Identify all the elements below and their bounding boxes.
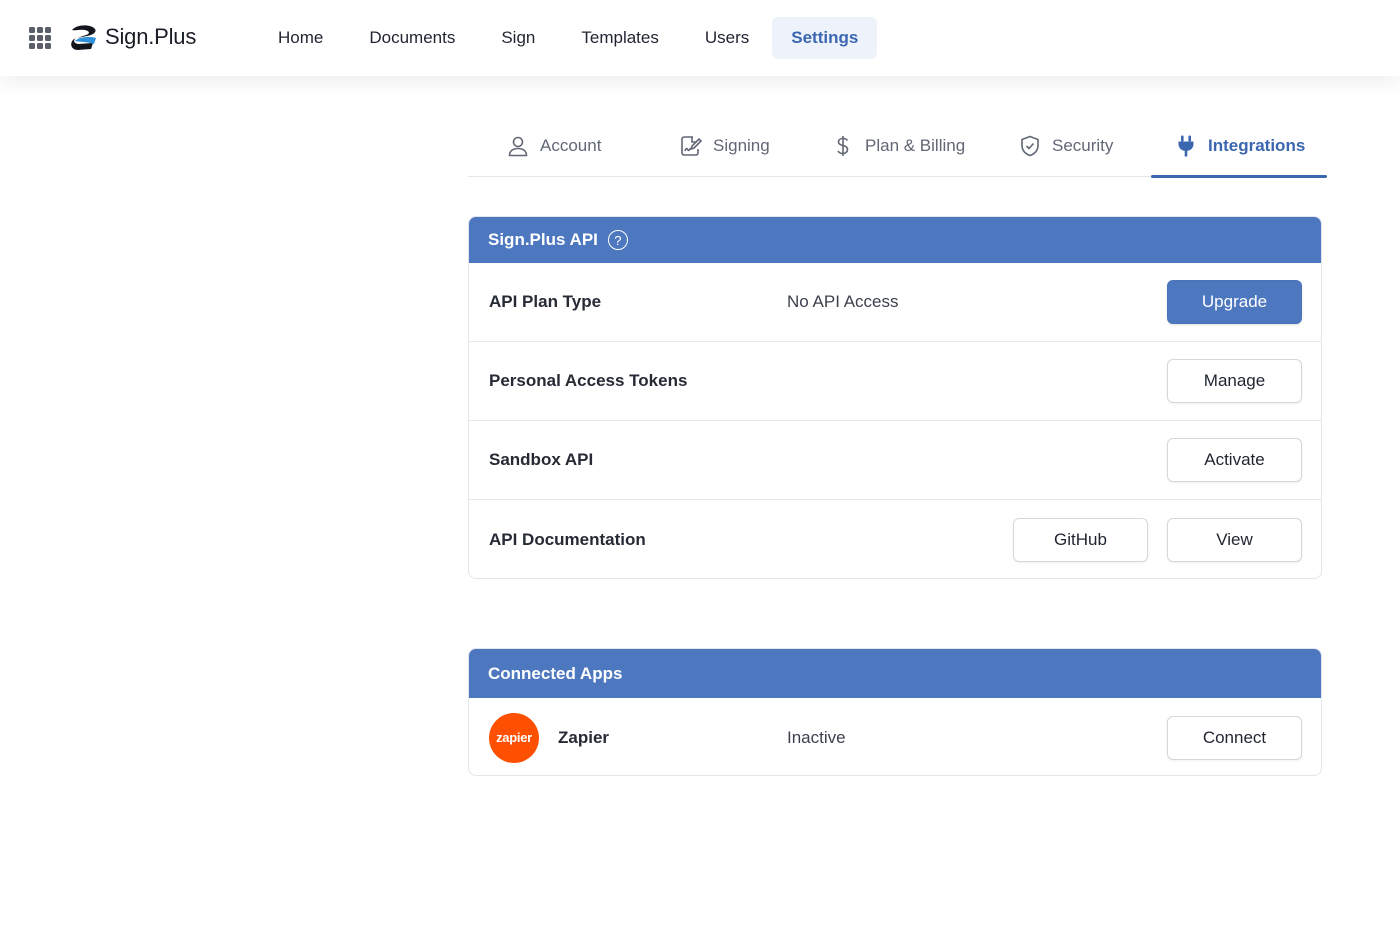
tab-signing-label: Signing bbox=[713, 136, 770, 155]
api-section-header: Sign.Plus API ? bbox=[469, 217, 1321, 263]
connected-apps-title: Connected Apps bbox=[488, 663, 623, 683]
connected-apps-card: Connected Apps zapier Zapier Inactive Co… bbox=[468, 648, 1322, 776]
signature-icon bbox=[681, 136, 703, 156]
plug-icon bbox=[1178, 135, 1194, 157]
brand-logo[interactable]: Sign.Plus bbox=[69, 22, 196, 52]
dollar-icon bbox=[837, 136, 849, 156]
tab-security-label: Security bbox=[1052, 136, 1114, 155]
sandbox-api-label: Sandbox API bbox=[489, 450, 594, 469]
activate-sandbox-button[interactable]: Activate bbox=[1167, 438, 1302, 482]
github-button[interactable]: GitHub bbox=[1013, 517, 1148, 562]
top-navigation-bar: Sign.Plus Home Documents Sign Templates … bbox=[0, 0, 1400, 76]
app-launcher-grid-icon[interactable] bbox=[29, 27, 51, 49]
manage-tokens-button[interactable]: Manage bbox=[1167, 359, 1302, 403]
nav-templates[interactable]: Templates bbox=[558, 17, 681, 59]
zapier-logo-icon: zapier bbox=[489, 712, 539, 763]
connected-apps-header: Connected Apps bbox=[469, 649, 1321, 698]
tab-security[interactable]: Security bbox=[1018, 118, 1113, 177]
api-section-title: Sign.Plus API bbox=[488, 230, 598, 249]
nav-users[interactable]: Users bbox=[682, 17, 772, 59]
main-nav: Home Documents Sign Templates Users Sett… bbox=[255, 17, 878, 59]
personal-access-tokens-row: Personal Access Tokens Manage bbox=[469, 342, 1321, 421]
tab-signing[interactable]: Signing bbox=[679, 118, 770, 177]
nav-sign[interactable]: Sign bbox=[478, 17, 558, 59]
tab-integrations[interactable]: Integrations bbox=[1150, 118, 1328, 178]
app-status: Inactive bbox=[787, 727, 846, 747]
tab-integrations-label: Integrations bbox=[1208, 136, 1306, 155]
api-documentation-row: API Documentation GitHub View bbox=[469, 500, 1321, 578]
nav-settings[interactable]: Settings bbox=[772, 17, 878, 59]
tab-plan-billing[interactable]: Plan & Billing bbox=[831, 118, 965, 177]
nav-home[interactable]: Home bbox=[255, 17, 346, 59]
sign-plus-logo-icon bbox=[71, 25, 96, 50]
nav-documents[interactable]: Documents bbox=[346, 17, 478, 59]
upgrade-button[interactable]: Upgrade bbox=[1167, 280, 1302, 324]
api-plan-type-value: No API Access bbox=[787, 292, 899, 311]
tab-account[interactable]: Account bbox=[506, 118, 601, 177]
shield-check-icon bbox=[1021, 135, 1039, 157]
api-documentation-label: API Documentation bbox=[489, 529, 646, 549]
api-plan-type-label: API Plan Type bbox=[489, 292, 602, 311]
user-icon bbox=[508, 136, 528, 157]
app-name: Zapier bbox=[558, 727, 610, 747]
connect-zapier-button[interactable]: Connect bbox=[1167, 715, 1302, 760]
api-section-card: Sign.Plus API ? API Plan Type No API Acc… bbox=[468, 216, 1322, 579]
settings-tabs: Account Signing Plan & Billing Security … bbox=[468, 118, 1328, 178]
api-plan-type-row: API Plan Type No API Access Upgrade bbox=[469, 263, 1321, 342]
tab-plan-billing-label: Plan & Billing bbox=[865, 136, 966, 155]
view-docs-button[interactable]: View bbox=[1167, 517, 1302, 562]
personal-access-tokens-label: Personal Access Tokens bbox=[489, 371, 688, 390]
sandbox-api-row: Sandbox API Activate bbox=[469, 421, 1321, 500]
brand-name: Sign.Plus bbox=[105, 24, 197, 49]
help-icon[interactable]: ? bbox=[607, 230, 628, 250]
app-row-zapier: zapier Zapier Inactive Connect bbox=[469, 698, 1321, 775]
tab-account-label: Account bbox=[540, 136, 602, 155]
